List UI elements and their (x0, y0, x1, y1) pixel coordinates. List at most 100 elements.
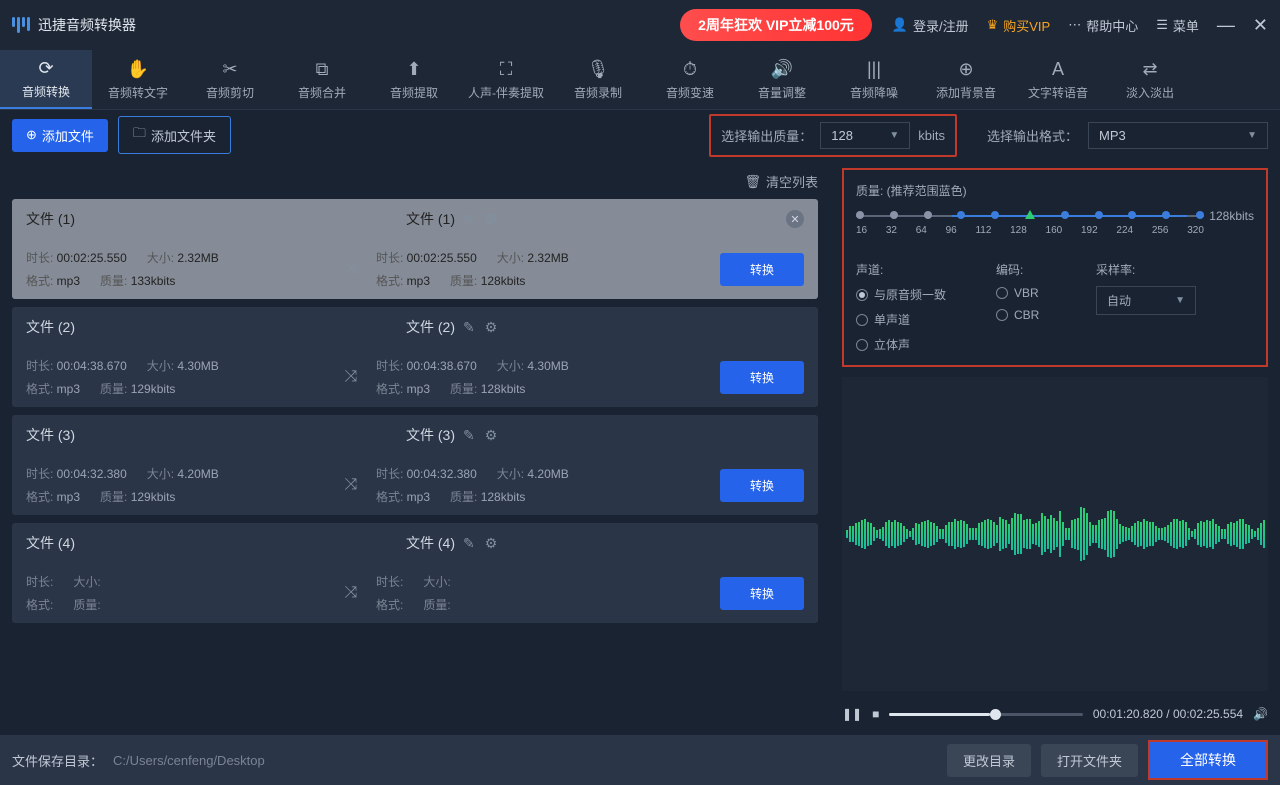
settings-panel: 质量: (推荐范围蓝色) 163264961121281601922242563… (842, 168, 1268, 367)
edit-icon[interactable]: ✎ (463, 427, 475, 444)
tab-icon: ✂ (222, 59, 237, 80)
tab-5[interactable]: ⛶人声-伴奏提取 (460, 50, 552, 109)
stop-button[interactable]: ■ (872, 707, 879, 721)
convert-all-button[interactable]: 全部转换 (1148, 740, 1268, 780)
tab-icon: ⇄ (1142, 59, 1157, 80)
login-link[interactable]: 👤登录/注册 (892, 16, 969, 35)
tab-11[interactable]: A文字转语音 (1012, 50, 1104, 109)
add-file-button[interactable]: ⊕添加文件 (12, 119, 108, 152)
help-link[interactable]: ⋯帮助中心 (1068, 16, 1138, 35)
edit-icon[interactable]: ✎ (463, 211, 475, 228)
shuffle-icon[interactable]: ⤨ (336, 368, 366, 386)
encoding-radio-vbr[interactable]: VBR (996, 286, 1076, 300)
channel-radio-original[interactable]: 与原音频一致 (856, 286, 976, 303)
gear-icon[interactable]: ⚙ (485, 427, 498, 444)
shuffle-icon[interactable]: ⤨ (336, 476, 366, 494)
footer: 文件保存目录： C:/Users/cenfeng/Desktop 更改目录 打开… (0, 735, 1280, 785)
close-button[interactable]: ✕ (1253, 15, 1268, 36)
tab-icon: ⟳ (38, 58, 53, 79)
file-row[interactable]: 文件 (3) 文件 (3) ✎ ⚙ 时长: 00:04:32.380大小: 4.… (12, 415, 818, 515)
tabbar: ⟳音频转换✋音频转文字✂音频剪切⧉音频合并⬆音频提取⛶人声-伴奏提取🎙音频录制⏱… (0, 50, 1280, 110)
titlebar: 迅捷音频转换器 2周年狂欢 VIP立减100元 👤登录/注册 ♛购买VIP ⋯帮… (0, 0, 1280, 50)
convert-button[interactable]: 转换 (720, 361, 804, 394)
edit-icon[interactable]: ✎ (463, 535, 475, 552)
quality-unit: kbits (918, 128, 945, 143)
samplerate-label: 采样率: (1096, 261, 1196, 278)
edit-icon[interactable]: ✎ (463, 319, 475, 336)
shuffle-icon[interactable]: ⤨ (336, 584, 366, 602)
samplerate-select[interactable]: 自动▼ (1096, 286, 1196, 315)
pause-button[interactable]: ❚❚ (842, 707, 862, 721)
waveform-preview (842, 377, 1268, 691)
convert-button[interactable]: 转换 (720, 469, 804, 502)
file-row[interactable]: 文件 (4) 文件 (4) ✎ ⚙ 时长: 大小: 格式: 质量: ⤨ 时长: … (12, 523, 818, 623)
tab-12[interactable]: ⇄淡入淡出 (1104, 50, 1196, 109)
tab-8[interactable]: 🔊音量调整 (736, 50, 828, 109)
change-dir-button[interactable]: 更改目录 (947, 744, 1031, 777)
help-icon: ⋯ (1068, 17, 1081, 33)
tab-icon: 🔊 (771, 59, 793, 80)
channel-radio-mono[interactable]: 单声道 (856, 311, 976, 328)
quality-select[interactable]: 128▼ (820, 122, 910, 149)
convert-button[interactable]: 转换 (720, 253, 804, 286)
menu-link[interactable]: ☰菜单 (1156, 16, 1199, 35)
add-folder-button[interactable]: 🗀添加文件夹 (118, 116, 231, 154)
tab-9[interactable]: |||音频降噪 (828, 50, 920, 109)
clear-list-button[interactable]: 🗑清空列表 (744, 172, 818, 191)
quality-slider[interactable]: 16326496112128160192224256320 128kbits (856, 209, 1254, 249)
tab-1[interactable]: ✋音频转文字 (92, 50, 184, 109)
buy-vip-link[interactable]: ♛购买VIP (987, 16, 1051, 35)
menu-icon: ☰ (1156, 17, 1168, 33)
logo-icon (12, 17, 30, 33)
tab-icon: ||| (867, 59, 881, 80)
tab-icon: ⬆ (406, 59, 421, 80)
volume-icon[interactable]: 🔊 (1253, 707, 1268, 721)
convert-button[interactable]: 转换 (720, 577, 804, 610)
tab-icon: ⊕ (958, 59, 973, 80)
gear-icon[interactable]: ⚙ (485, 211, 498, 228)
app-logo: 迅捷音频转换器 (12, 15, 136, 35)
tab-icon: 🎙 (587, 59, 610, 80)
user-icon: 👤 (892, 17, 908, 33)
gear-icon[interactable]: ⚙ (485, 319, 498, 336)
open-folder-button[interactable]: 打开文件夹 (1041, 744, 1138, 777)
control-row: ⊕添加文件 🗀添加文件夹 选择输出质量： 128▼ kbits 选择输出格式： … (0, 110, 1280, 160)
channel-radio-stereo[interactable]: 立体声 (856, 336, 976, 353)
chevron-down-icon: ▼ (1175, 295, 1185, 306)
format-select[interactable]: MP3▼ (1088, 122, 1268, 149)
folder-icon: 🗀 (133, 124, 146, 146)
tab-7[interactable]: ⏱音频变速 (644, 50, 736, 109)
tab-3[interactable]: ⧉音频合并 (276, 50, 368, 109)
gear-icon[interactable]: ⚙ (485, 535, 498, 552)
save-dir-label: 文件保存目录： (12, 751, 103, 770)
tab-icon: ✋ (127, 59, 149, 80)
plus-icon: ⊕ (26, 127, 37, 143)
minimize-button[interactable]: — (1217, 15, 1235, 36)
tab-4[interactable]: ⬆音频提取 (368, 50, 460, 109)
tab-icon: A (1052, 59, 1064, 80)
app-title: 迅捷音频转换器 (38, 15, 136, 35)
progress-slider[interactable] (889, 713, 1083, 716)
tab-2[interactable]: ✂音频剪切 (184, 50, 276, 109)
file-row[interactable]: 文件 (2) 文件 (2) ✎ ⚙ 时长: 00:04:38.670大小: 4.… (12, 307, 818, 407)
promo-badge[interactable]: 2周年狂欢 VIP立减100元 (680, 9, 872, 41)
tab-0[interactable]: ⟳音频转换 (0, 50, 92, 109)
tab-6[interactable]: 🎙音频录制 (552, 50, 644, 109)
tab-icon: ⏱ (683, 59, 697, 80)
shuffle-icon[interactable]: ⤨ (336, 260, 366, 278)
file-row[interactable]: 文件 (1) 文件 (1) ✎ ⚙ ✕ 时长: 00:02:25.550大小: … (12, 199, 818, 299)
audio-player: ❚❚ ■ 00:01:20.820 / 00:02:25.554 🔊 (842, 701, 1268, 727)
encoding-radio-cbr[interactable]: CBR (996, 308, 1076, 322)
tab-icon: ⧉ (316, 59, 329, 80)
quality-title: 质量: (推荐范围蓝色) (856, 182, 1254, 199)
remove-file-button[interactable]: ✕ (786, 210, 804, 228)
vip-icon: ♛ (987, 17, 999, 33)
encoding-label: 编码: (996, 261, 1076, 278)
quality-label: 选择输出质量： (721, 126, 812, 145)
output-quality-group: 选择输出质量： 128▼ kbits (709, 114, 957, 157)
format-label: 选择输出格式： (987, 126, 1078, 145)
chevron-down-icon: ▼ (1247, 130, 1257, 141)
chevron-down-icon: ▼ (889, 130, 899, 141)
tab-10[interactable]: ⊕添加背景音 (920, 50, 1012, 109)
trash-icon: 🗑 (744, 174, 761, 190)
